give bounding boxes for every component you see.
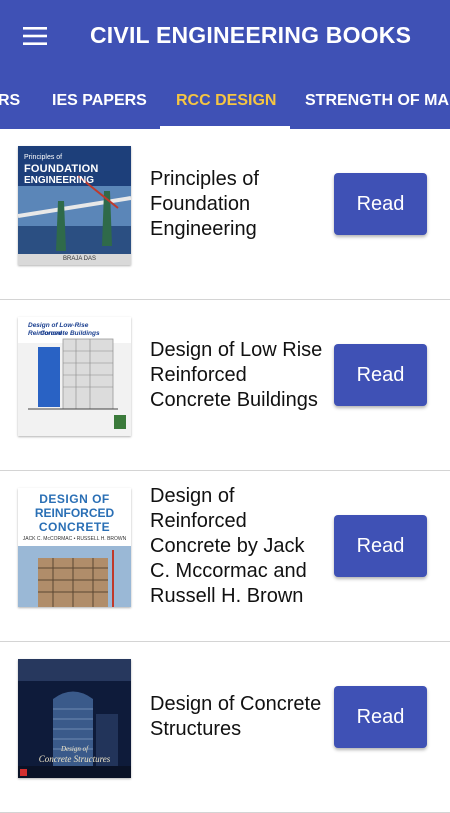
book-title: Design of Concrete Structures	[150, 693, 322, 740]
app-bar: CIVIL ENGINEERING BOOKS RS IES PAPERS RC…	[0, 0, 450, 129]
cover-text-3: CONCRETE	[38, 520, 111, 534]
tab-previous[interactable]: RS	[0, 72, 20, 129]
cover-author: BRAJA DAS	[63, 256, 97, 262]
cover-text-1: Principles of	[24, 154, 63, 161]
cover-author: JACK C. McCORMAC • RUSSELL H. BROWN	[22, 536, 127, 542]
cover-text-2: Concrete Buildings	[40, 330, 100, 337]
menu-button[interactable]	[14, 18, 56, 54]
read-button[interactable]: Read	[334, 173, 427, 235]
list-item: Design of Concrete Structures Design of …	[0, 642, 450, 813]
cover-text-2: FOUNDATION	[24, 163, 99, 175]
tab-strength-of-materials[interactable]: STRENGTH OF MA	[305, 72, 449, 129]
book-cover: Principles of FOUNDATION ENGINEERING BRA…	[18, 146, 131, 265]
tab-bar: RS IES PAPERS RCC DESIGN STRENGTH OF MA	[0, 72, 450, 129]
cover-text-1: Design of	[60, 745, 89, 753]
list-item: DESIGN OF REINFORCED CONCRETE JACK C. Mc…	[0, 471, 450, 642]
book-cover: Design of Concrete Structures	[18, 659, 131, 778]
cover-text-3: ENGINEERING	[24, 175, 95, 186]
book-title: Design of Low Rise Reinforced Concrete B…	[150, 338, 323, 411]
tab-ies-papers[interactable]: IES PAPERS	[52, 72, 147, 129]
list-item: Principles of FOUNDATION ENGINEERING BRA…	[0, 129, 450, 300]
hamburger-menu-icon	[23, 27, 47, 45]
read-button[interactable]: Read	[334, 344, 427, 406]
book-cover: Design of Low-Rise Reinforced Concrete B…	[18, 317, 131, 436]
tab-rcc-design[interactable]: RCC DESIGN	[176, 72, 276, 129]
cover-text-2: REINFORCED	[34, 506, 115, 520]
book-list: Principles of FOUNDATION ENGINEERING BRA…	[0, 129, 450, 813]
book-cover: DESIGN OF REINFORCED CONCRETE JACK C. Mc…	[18, 488, 131, 607]
read-button[interactable]: Read	[334, 515, 427, 577]
app-title: CIVIL ENGINEERING BOOKS	[90, 22, 412, 48]
cover-text-2: Concrete Structures	[38, 754, 111, 764]
book-title: Principles of Foundation Engineering	[150, 167, 259, 240]
cover-text-1: DESIGN OF	[39, 492, 110, 506]
list-item: Design of Low-Rise Reinforced Concrete B…	[0, 300, 450, 471]
book-title: Design of Reinforced Concrete by Jack C.…	[150, 484, 307, 607]
read-button[interactable]: Read	[334, 686, 427, 748]
